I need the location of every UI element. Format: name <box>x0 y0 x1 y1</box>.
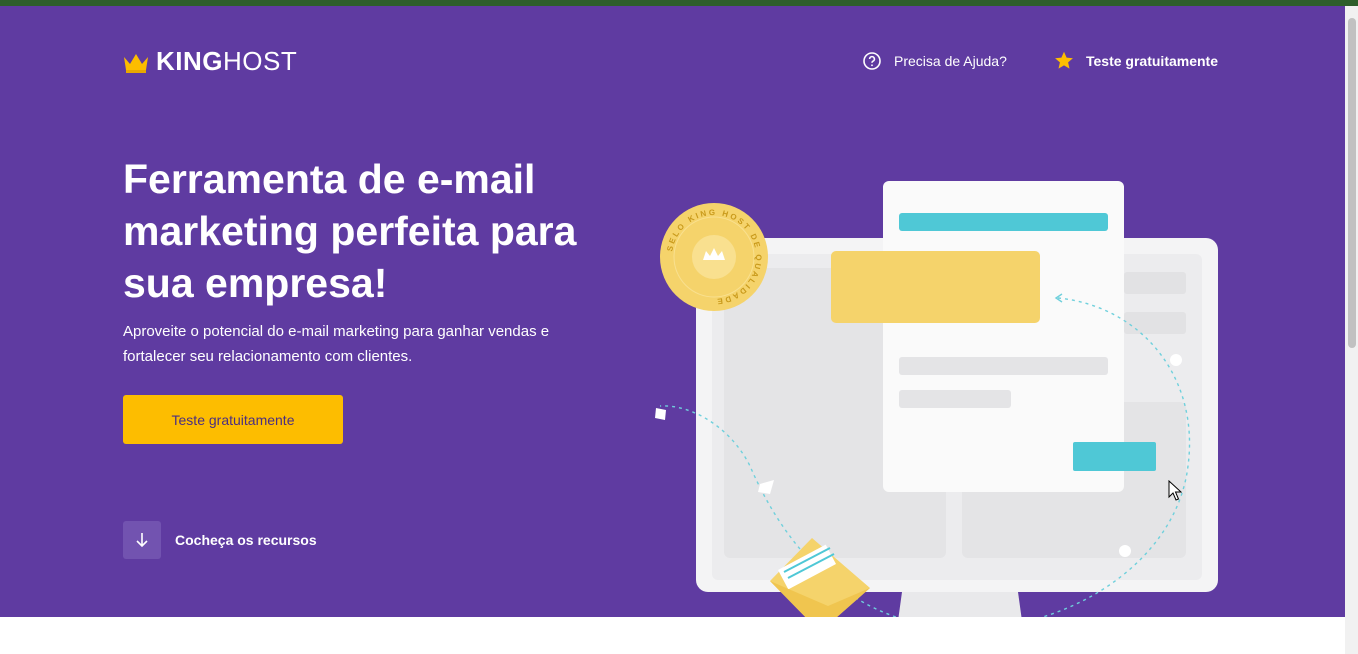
quality-seal-icon: SELO KING HOST DE QUALIDADE <box>660 203 768 311</box>
cta-trial-button[interactable]: Teste gratuitamente <box>123 395 343 444</box>
trial-label: Teste gratuitamente <box>1086 52 1218 69</box>
help-link[interactable]: Precisa de Ajuda? <box>862 51 1007 71</box>
arrow-down-icon <box>123 521 161 559</box>
scrollbar-thumb[interactable] <box>1348 18 1356 348</box>
page-below-fold <box>0 617 1345 654</box>
logo-wordmark: KINGHOST <box>156 46 298 76</box>
resources-link[interactable]: Cocheça os recursos <box>123 521 317 559</box>
crown-icon <box>124 53 148 73</box>
help-label: Precisa de Ajuda? <box>894 53 1007 69</box>
kinghost-logo[interactable]: KINGHOST <box>122 46 297 77</box>
hero-section: KINGHOST Precisa de Ajuda? Teste gratuit… <box>0 6 1345 617</box>
question-bubble-icon <box>863 52 881 70</box>
page-scrollbar[interactable] <box>1345 6 1358 654</box>
monitor-stand <box>898 592 1022 617</box>
hero-subtitle: Aproveite o potencial do e-mail marketin… <box>123 323 550 365</box>
star-icon <box>1055 51 1073 69</box>
mouse-cursor-icon <box>1168 480 1182 501</box>
page-title: Ferramenta de e-mail marketing perfeita … <box>123 156 577 306</box>
email-marketing-illustration: SELO KING HOST DE QUALIDADE <box>655 181 1218 617</box>
header-trial-link[interactable]: Teste gratuitamente <box>1054 51 1218 70</box>
resources-label: Cocheça os recursos <box>175 532 317 548</box>
